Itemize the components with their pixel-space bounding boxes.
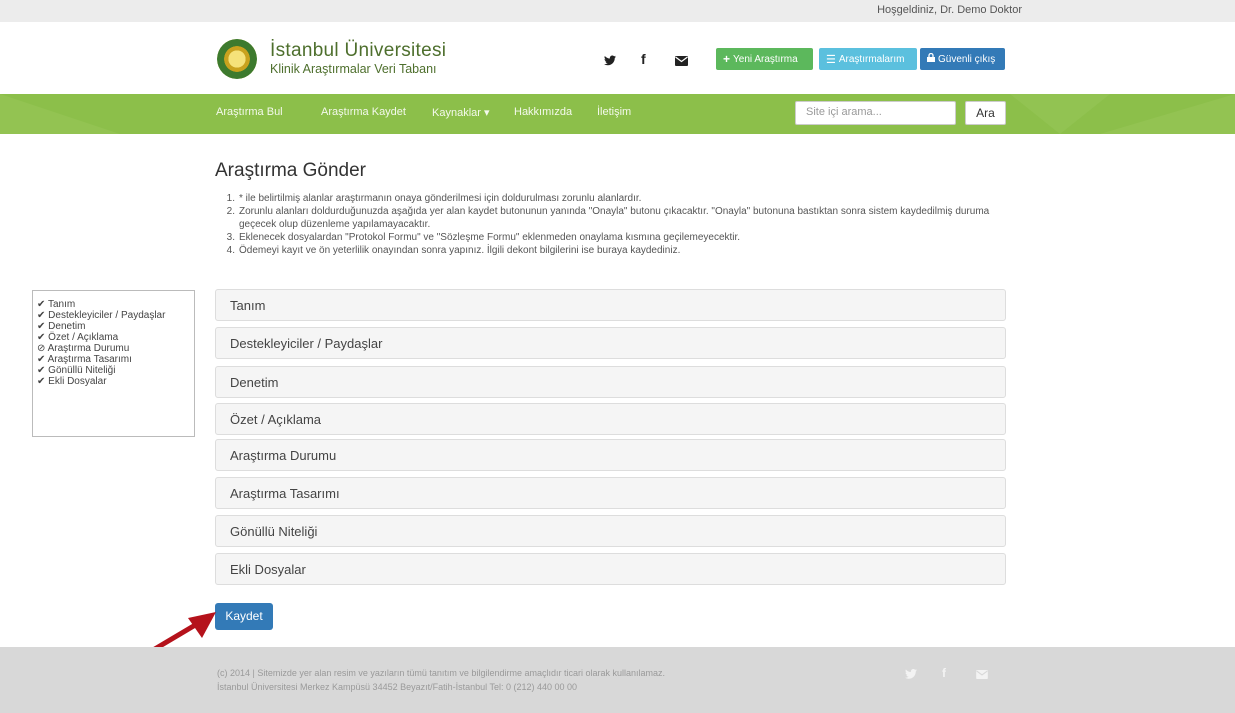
save-button[interactable]: Kaydet — [215, 603, 273, 630]
lock-icon — [927, 52, 935, 65]
check-icon: ✔ — [37, 354, 46, 365]
instruction-item: 4. Ödemeyi kayıt ve ön yeterlilik onayınd… — [226, 245, 681, 256]
section-sidenav: ✔ Tanım ✔ Destekleyiciler / Paydaşlar ✔ … — [32, 290, 195, 437]
my-research-button[interactable]: ☰ Araştırmalarım — [819, 48, 917, 70]
footer-facebook-icon[interactable]: f — [942, 666, 946, 680]
university-logo[interactable] — [217, 39, 257, 79]
list-icon: ☰ — [826, 53, 836, 66]
sidenav-item-dosyalar[interactable]: ✔ Ekli Dosyalar — [37, 376, 190, 387]
footer-address: İstanbul Üniversitesi Merkez Kampüsü 344… — [217, 682, 578, 692]
instruction-item: 3. Eklenecek dosyalardan "Protokol Formu"… — [226, 232, 741, 243]
instruction-item: 1. * ile belirtilmiş alanlar araştırmanın… — [226, 193, 642, 204]
panel-destekleyiciler[interactable]: Destekleyiciler / Paydaşlar — [215, 327, 1006, 359]
brand-subtitle[interactable]: Klinik Araştırmalar Veri Tabanı — [270, 62, 437, 76]
facebook-icon[interactable]: f — [641, 51, 646, 67]
new-research-button[interactable]: + Yeni Araştırma — [716, 48, 813, 70]
search-button[interactable]: Ara — [965, 101, 1006, 125]
new-research-label: Yeni Araştırma — [733, 53, 798, 65]
check-icon: ✔ — [37, 321, 46, 332]
nav-resources[interactable]: Kaynaklar ▾ — [432, 106, 490, 119]
nav-contact[interactable]: İletişim — [597, 106, 631, 118]
site-header: İstanbul Üniversitesi Klinik Araştırmala… — [0, 22, 1235, 94]
check-icon: ✔ — [37, 332, 46, 343]
top-bar: Hoşgeldiniz, Dr. Demo Doktor — [0, 0, 1235, 22]
footer-mail-icon[interactable] — [976, 668, 988, 682]
panel-dosyalar[interactable]: Ekli Dosyalar — [215, 553, 1006, 585]
main-navbar: Araştırma Bul Araştırma Kaydet Kaynaklar… — [0, 94, 1235, 134]
check-icon: ✔ — [37, 299, 46, 310]
brand-title[interactable]: İstanbul Üniversitesi — [270, 40, 446, 62]
nav-register-research[interactable]: Araştırma Kaydet — [321, 106, 406, 118]
twitter-icon[interactable] — [604, 54, 616, 69]
sidenav-item-ozet[interactable]: ✔ Özet / Açıklama — [37, 332, 190, 343]
panel-ozet[interactable]: Özet / Açıklama — [215, 403, 1006, 435]
sidenav-item-tasarim[interactable]: ✔ Araştırma Tasarımı — [37, 354, 190, 365]
welcome-text: Hoşgeldiniz, Dr. Demo Doktor — [877, 4, 1022, 16]
panel-tasarim[interactable]: Araştırma Tasarımı — [215, 477, 1006, 509]
check-icon: ✔ — [37, 365, 46, 376]
sidenav-item-destekleyiciler[interactable]: ✔ Destekleyiciler / Paydaşlar — [37, 310, 190, 321]
footer-twitter-icon[interactable] — [905, 668, 917, 682]
check-icon: ✔ — [37, 310, 46, 321]
panel-tanim[interactable]: Tanım — [215, 289, 1006, 321]
plus-icon: + — [723, 52, 731, 66]
my-research-label: Araştırmalarım — [838, 53, 905, 65]
sidenav-item-durum[interactable]: ⊘ Araştırma Durumu — [37, 343, 190, 354]
sidenav-item-tanim[interactable]: ✔ Tanım — [37, 299, 190, 310]
check-icon: ✔ — [37, 376, 46, 387]
logout-label: Güvenli çıkış — [938, 53, 996, 65]
panel-durum[interactable]: Araştırma Durumu — [215, 439, 1006, 471]
instructions-list: 1. * ile belirtilmiş alanlar araştırmanın… — [221, 192, 1016, 257]
site-footer: (c) 2014 | Sitemizde yer alan resim ve y… — [0, 647, 1235, 713]
panel-gonullu[interactable]: Gönüllü Niteliği — [215, 515, 1006, 547]
ban-icon: ⊘ — [37, 343, 46, 354]
nav-about[interactable]: Hakkımızda — [514, 106, 572, 118]
page-title: Araştırma Gönder — [215, 160, 366, 181]
nav-find-research[interactable]: Araştırma Bul — [216, 106, 283, 118]
panel-denetim[interactable]: Denetim — [215, 366, 1006, 398]
instruction-item: 2. Zorunlu alanları doldurduğunuzda aşağı… — [226, 206, 990, 230]
logout-button[interactable]: Güvenli çıkış — [920, 48, 1005, 70]
sidenav-item-gonullu[interactable]: ✔ Gönüllü Niteliği — [37, 365, 190, 376]
footer-copyright: (c) 2014 | Sitemizde yer alan resim ve y… — [217, 668, 666, 678]
sidenav-item-denetim[interactable]: ✔ Denetim — [37, 321, 190, 332]
mail-icon[interactable] — [675, 54, 688, 69]
site-search-input[interactable]: Site içi arama... — [795, 101, 956, 125]
